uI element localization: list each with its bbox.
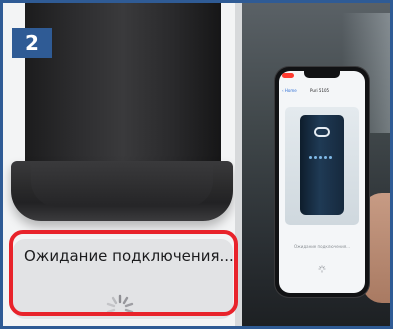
- connection-status-highlight: [9, 230, 238, 316]
- device-indicator-dots: [308, 145, 336, 159]
- phone-back-link[interactable]: ‹ Home: [282, 88, 297, 93]
- phone-connection-status-text: Ожидание подключения...: [294, 244, 350, 249]
- phone-photo-panel: ‹ Home Puri 5105 Ожидание подключения...: [242, 3, 390, 326]
- indicator-dot: [314, 156, 317, 159]
- phone-notch: [304, 71, 340, 78]
- phone-screen-title: Puri 5105: [310, 88, 330, 93]
- indicator-dot: [309, 156, 312, 159]
- device-logo-icon: [314, 127, 330, 137]
- indicator-dot: [329, 156, 332, 159]
- phone-loading-spinner-icon: [318, 265, 326, 273]
- indicator-dot: [324, 156, 327, 159]
- indicator-dot: [319, 156, 322, 159]
- phone-recording-indicator: [282, 73, 294, 78]
- step-number-badge: 2: [12, 28, 52, 58]
- purifier-device-base-inner: [31, 161, 213, 207]
